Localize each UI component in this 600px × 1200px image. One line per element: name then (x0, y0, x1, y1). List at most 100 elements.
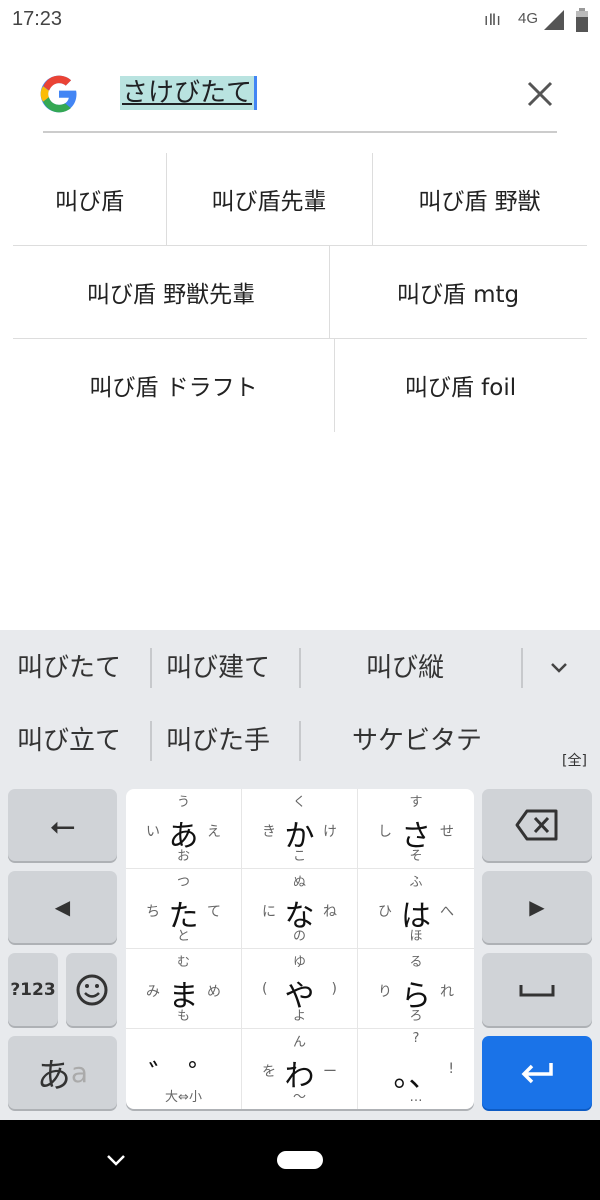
suggestion[interactable]: 叫び盾 野獣先輩 (13, 246, 329, 338)
kana-label-r: ー (323, 1064, 337, 1080)
kana-label-t: ゆ (292, 955, 306, 970)
kana-key[interactable]: やゆ() よ (242, 949, 358, 1029)
divider (150, 648, 152, 688)
divider (299, 721, 301, 761)
kana-label-t: ふ (409, 875, 423, 890)
candidate[interactable]: 叫びた手 (166, 721, 270, 761)
kana-key[interactable]: ゛ ゜大⇔小 (126, 1029, 242, 1109)
kana-label-b: よ (292, 1009, 306, 1024)
kana-key[interactable]: わんをー〜 (242, 1029, 358, 1109)
kana-label-b: 大⇔小 (165, 1090, 202, 1105)
chevron-down-icon[interactable] (550, 662, 568, 674)
kana-label-r: ね (323, 904, 337, 920)
kana-key[interactable]: あういえお (126, 789, 242, 869)
kana-label-b: ろ (409, 1009, 423, 1024)
status-time: 17:23 (12, 8, 63, 30)
input-mode-key[interactable]: あa (8, 1036, 117, 1109)
google-logo (40, 75, 77, 113)
cursor-left-key[interactable]: ◀ (8, 871, 117, 943)
divider (166, 153, 167, 245)
kana-label-l: し (378, 824, 392, 840)
suggestion[interactable]: 叫び盾 野獣 (372, 153, 587, 245)
divider (372, 153, 373, 245)
kana-label-l: ち (146, 904, 160, 920)
divider (150, 721, 152, 761)
candidate[interactable]: 叫びたて (17, 648, 121, 688)
undo-arrow-icon: ⭠ (49, 805, 76, 844)
divider (13, 338, 587, 339)
kana-key[interactable]: らるりれろ (358, 949, 474, 1029)
kana-key[interactable]: 。、?! … (358, 1029, 474, 1109)
cursor-right-key[interactable]: ▶ (482, 871, 592, 943)
kana-key[interactable]: かくきけこ (242, 789, 358, 869)
kana-label-r: せ (440, 824, 454, 840)
kana-label-r: れ (440, 984, 454, 1000)
divider (13, 245, 587, 246)
kana-label-m: 。、 (393, 1059, 439, 1094)
divider (299, 648, 301, 688)
kana-label-t: す (409, 795, 423, 810)
space-icon (519, 984, 555, 996)
symbols-key[interactable]: ?123 (8, 953, 58, 1026)
home-pill[interactable] (277, 1151, 323, 1169)
kana-label-b: お (176, 849, 190, 864)
mode-label-sub: a (70, 1056, 89, 1089)
emoji-key[interactable] (66, 953, 117, 1026)
suggestion[interactable]: 叫び盾先輩 (166, 153, 372, 245)
divider (329, 246, 330, 338)
kana-label-b: そ (409, 849, 423, 864)
candidate[interactable]: 叫び縦 (366, 648, 444, 688)
kana-key[interactable]: さすしせそ (358, 789, 474, 869)
kana-label-b: こ (292, 849, 306, 864)
kana-key[interactable]: たつちてと (126, 869, 242, 949)
suggestion[interactable]: 叫び盾 ドラフト (13, 339, 334, 431)
vibrate-icon: ıⅡı (484, 10, 501, 29)
suggestion[interactable]: 叫び盾 (13, 153, 166, 245)
kana-label-l: み (146, 984, 160, 1000)
candidate[interactable]: サケビタテ (352, 721, 482, 761)
kana-key[interactable]: はふひへほ (358, 869, 474, 949)
search-input[interactable]: さけびたて (120, 76, 258, 110)
kana-label-t: う (176, 795, 190, 810)
kana-label-b: 〜 (292, 1090, 306, 1105)
back-chevron-icon[interactable] (106, 1154, 126, 1166)
undo-key[interactable]: ⭠ (8, 789, 117, 861)
close-icon[interactable] (527, 81, 553, 107)
divider (334, 339, 335, 432)
kana-label-b: の (292, 929, 306, 944)
kana-label-b: と (176, 929, 190, 944)
kana-label-r: へ (440, 904, 454, 920)
divider (521, 648, 523, 688)
suggestion[interactable]: 叫び盾 mtg (329, 246, 587, 338)
kana-label-t: つ (176, 875, 190, 890)
kana-label-b: … (409, 1090, 423, 1105)
mode-label: あ (36, 1056, 71, 1096)
kana-label-t: ぬ (292, 875, 306, 890)
kana-label-l: い (146, 824, 160, 840)
enter-key[interactable] (482, 1036, 592, 1109)
backspace-icon (515, 809, 558, 841)
battery-icon (576, 8, 588, 32)
kana-key[interactable]: なぬにねの (242, 869, 358, 949)
kana-label-t: ? (412, 1031, 420, 1046)
kana-label-t: く (292, 795, 306, 810)
space-key[interactable] (482, 953, 592, 1026)
triangle-right-icon: ▶ (529, 895, 545, 919)
signal-icon (544, 10, 564, 30)
suggestion[interactable]: 叫び盾 foil (334, 339, 587, 431)
status-bar: 17:23 ıⅡı 4G (0, 0, 600, 40)
kana-label-t: ん (292, 1035, 306, 1050)
triangle-left-icon: ◀ (54, 895, 71, 919)
kana-key[interactable]: まむみめも (126, 949, 242, 1029)
backspace-key[interactable] (482, 789, 592, 861)
kana-label-r: て (207, 904, 221, 920)
kana-label-l: に (262, 904, 276, 920)
navigation-bar (0, 1120, 600, 1200)
smiley-icon (76, 974, 107, 1005)
network-type: 4G (518, 10, 539, 27)
kana-label-t: む (176, 955, 190, 970)
candidate[interactable]: 叫び立て (17, 721, 121, 761)
candidate[interactable]: 叫び建て (166, 648, 270, 688)
kana-label-r: え (207, 824, 221, 840)
kana-label-r: ! (448, 1061, 454, 1077)
